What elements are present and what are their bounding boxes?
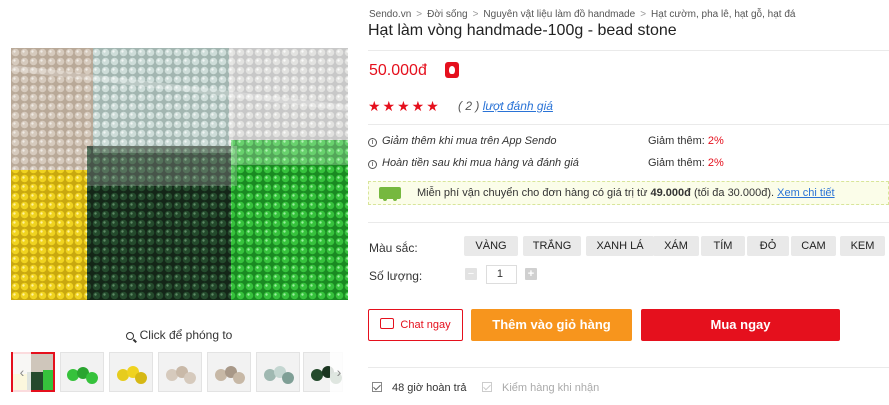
hot-deal-icon <box>445 62 459 78</box>
quantity-decrease-button[interactable]: − <box>465 268 477 280</box>
checkmark-icon <box>482 382 492 392</box>
checkmark-icon <box>372 382 382 392</box>
main-product-image[interactable] <box>11 48 348 300</box>
color-option-do[interactable]: ĐỎ <box>747 236 789 256</box>
rating-link[interactable]: lượt đánh giá <box>483 99 553 113</box>
promotion-row: i Giảm thêm khi mua trên App Sendo Giảm t… <box>368 135 889 151</box>
product-detail: Sendo.vn > Đời sống > Nguyên vật liệu làm đồ… <box>368 0 889 405</box>
color-option-xam[interactable]: XÁM <box>653 236 699 256</box>
guarantee-inspect: Kiểm hàng khi nhận <box>482 382 599 394</box>
thumbnail[interactable] <box>109 352 153 392</box>
rating-summary: ( 2 ) lượt đánh giá <box>458 99 553 113</box>
zoom-hint[interactable]: Click để phóng to <box>0 328 358 342</box>
color-option-vang[interactable]: VÀNG <box>464 236 518 256</box>
divider <box>368 124 889 125</box>
divider <box>368 50 889 51</box>
breadcrumb-item[interactable]: Sendo.vn <box>369 9 411 20</box>
info-icon: i <box>368 160 377 169</box>
add-to-cart-button[interactable]: Thêm vào giỏ hàng <box>471 309 632 341</box>
promotion-row: i Hoàn tiền sau khi mua hàng và đánh giá … <box>368 157 889 173</box>
thumbnail[interactable] <box>256 352 300 392</box>
truck-icon <box>379 187 401 201</box>
product-price: 50.000đ <box>369 62 427 79</box>
shipping-details-link[interactable]: Xem chi tiết <box>777 187 834 199</box>
color-option-tim[interactable]: TÍM <box>701 236 745 256</box>
guarantee-return: 48 giờ hoàn trả <box>372 382 467 394</box>
magnifier-icon <box>125 332 134 340</box>
quantity-input[interactable]: 1 <box>486 265 517 284</box>
breadcrumb-item[interactable]: Đời sống <box>427 9 467 20</box>
divider <box>368 367 889 368</box>
color-label: Màu sắc: <box>369 241 418 255</box>
thumbnail-next-arrow-icon[interactable]: › <box>330 352 348 392</box>
free-shipping-banner: Miễn phí vận chuyển cho đơn hàng có giá … <box>368 181 889 205</box>
breadcrumb-item[interactable]: Hạt cườm, pha lê, hạt gỗ, hạt đá <box>651 9 795 20</box>
chat-now-button[interactable]: Chat ngay <box>368 309 463 341</box>
color-option-cam[interactable]: CAM <box>791 236 836 256</box>
thumbnail-prev-arrow-icon[interactable]: ‹ <box>13 352 31 392</box>
divider <box>368 222 889 223</box>
quantity-label: Số lượng: <box>369 269 423 283</box>
color-option-trang[interactable]: TRẮNG <box>523 236 581 256</box>
rating-stars: ★★★★★ <box>368 98 441 114</box>
color-option-kem[interactable]: KEM <box>840 236 885 256</box>
thumbnail-strip: ‹ › <box>11 352 356 397</box>
buy-now-button[interactable]: Mua ngay <box>641 309 840 341</box>
quantity-increase-button[interactable]: + <box>525 268 537 280</box>
product-gallery: Click để phóng to ‹ › <box>0 0 358 405</box>
info-icon: i <box>368 138 377 147</box>
thumbnail[interactable] <box>158 352 202 392</box>
chat-bubble-icon <box>380 318 395 329</box>
breadcrumb-item[interactable]: Nguyên vật liệu làm đồ handmade <box>483 9 635 20</box>
product-title: Hạt làm vòng handmade-100g - bead stone <box>368 22 677 39</box>
thumbnail[interactable] <box>207 352 251 392</box>
bead-bags-photo <box>11 48 348 300</box>
color-option-xanh-la[interactable]: XANH LÁ <box>586 236 654 256</box>
breadcrumb: Sendo.vn > Đời sống > Nguyên vật liệu làm đồ… <box>369 9 796 20</box>
thumbnail[interactable] <box>60 352 104 392</box>
